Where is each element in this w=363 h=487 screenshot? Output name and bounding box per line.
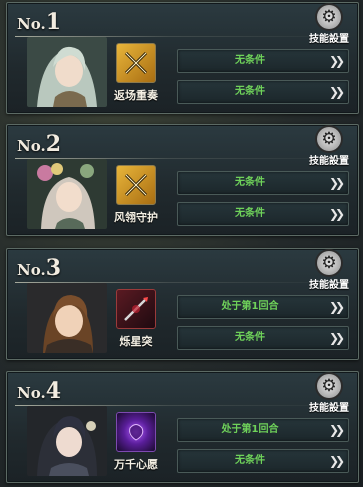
skill-settings-label: 技能設置 [309,280,349,291]
character-panel-4: No.4 ⚙ 技能設置 万千心愿 处于第1回合 ❯❯ 无条件 ❯❯ [6,371,359,483]
skill-slot[interactable]: 万千心愿 [110,412,162,472]
rank-number: 4 [45,378,61,404]
condition-selector-2[interactable]: 无条件 ❯❯ [177,326,349,350]
skill-settings-label: 技能設置 [309,403,349,414]
character-portrait[interactable] [27,37,107,107]
condition-text: 处于第1回合 [221,301,279,312]
condition-text: 无条件 [235,208,265,219]
condition-text: 无条件 [235,55,265,66]
rank-number: 1 [45,9,61,35]
condition-text: 无条件 [235,177,265,188]
rank-prefix: No. [17,261,46,279]
condition-selector-1[interactable]: 处于第1回合 ❯❯ [177,418,349,442]
character-panel-2: No.2 ⚙ 技能設置 风翎守护 无条件 ❯❯ 无条件 ❯❯ [6,124,359,236]
gear-icon: ⚙ [317,5,341,29]
gear-icon: ⚙ [317,251,341,275]
skill-settings-label: 技能設置 [309,34,349,45]
double-chevron-right-icon: ❯❯ [328,300,345,314]
spear-icon [116,289,156,329]
rank-label: No.1 [17,9,61,35]
character-panel-3: No.3 ⚙ 技能設置 烁星突 处于第1回合 ❯❯ 无条件 ❯❯ [6,248,359,360]
skill-name: 返场重奏 [114,89,158,102]
rank-number: 3 [45,255,61,281]
skill-settings-label: 技能設置 [309,156,349,167]
double-chevron-right-icon: ❯❯ [328,207,345,221]
crossed-swords-icon [116,43,156,83]
double-chevron-right-icon: ❯❯ [328,85,345,99]
gear-icon: ⚙ [317,127,341,151]
skill-name: 风翎守护 [114,211,158,224]
skill-name: 烁星突 [119,335,153,348]
condition-selector-1[interactable]: 无条件 ❯❯ [177,49,349,73]
skill-name: 万千心愿 [114,458,158,471]
rank-prefix: No. [17,384,46,402]
rank-prefix: No. [17,15,46,33]
skill-slot[interactable]: 返场重奏 [110,43,162,103]
skill-settings-button[interactable]: ⚙ 技能設置 [306,251,352,291]
condition-selector-2[interactable]: 无条件 ❯❯ [177,449,349,473]
rank-prefix: No. [17,137,46,155]
rank-number: 2 [45,131,61,157]
condition-selector-2[interactable]: 无条件 ❯❯ [177,202,349,226]
rank-label: No.3 [17,255,61,281]
condition-selector-1[interactable]: 无条件 ❯❯ [177,171,349,195]
skill-settings-button[interactable]: ⚙ 技能設置 [306,374,352,414]
character-panel-1: No.1 ⚙ 技能設置 返场重奏 无条件 ❯❯ 无条件 ❯❯ [6,2,359,114]
condition-selector-1[interactable]: 处于第1回合 ❯❯ [177,295,349,319]
double-chevron-right-icon: ❯❯ [328,423,345,437]
double-chevron-right-icon: ❯❯ [328,331,345,345]
crossed-swords-icon [116,165,156,205]
condition-text: 无条件 [235,86,265,97]
condition-text: 无条件 [235,332,265,343]
double-chevron-right-icon: ❯❯ [328,454,345,468]
purple-orb-icon [116,412,156,452]
skill-settings-button[interactable]: ⚙ 技能設置 [306,127,352,167]
double-chevron-right-icon: ❯❯ [328,176,345,190]
rank-label: No.2 [17,131,61,157]
condition-text: 处于第1回合 [221,424,279,435]
rank-label: No.4 [17,378,61,404]
condition-selector-2[interactable]: 无条件 ❯❯ [177,80,349,104]
skill-settings-button[interactable]: ⚙ 技能設置 [306,5,352,45]
gear-icon: ⚙ [317,374,341,398]
condition-text: 无条件 [235,455,265,466]
skill-slot[interactable]: 风翎守护 [110,165,162,225]
character-portrait[interactable] [27,283,107,353]
double-chevron-right-icon: ❯❯ [328,54,345,68]
skill-slot[interactable]: 烁星突 [110,289,162,349]
character-portrait[interactable] [27,159,107,229]
character-portrait[interactable] [27,406,107,476]
